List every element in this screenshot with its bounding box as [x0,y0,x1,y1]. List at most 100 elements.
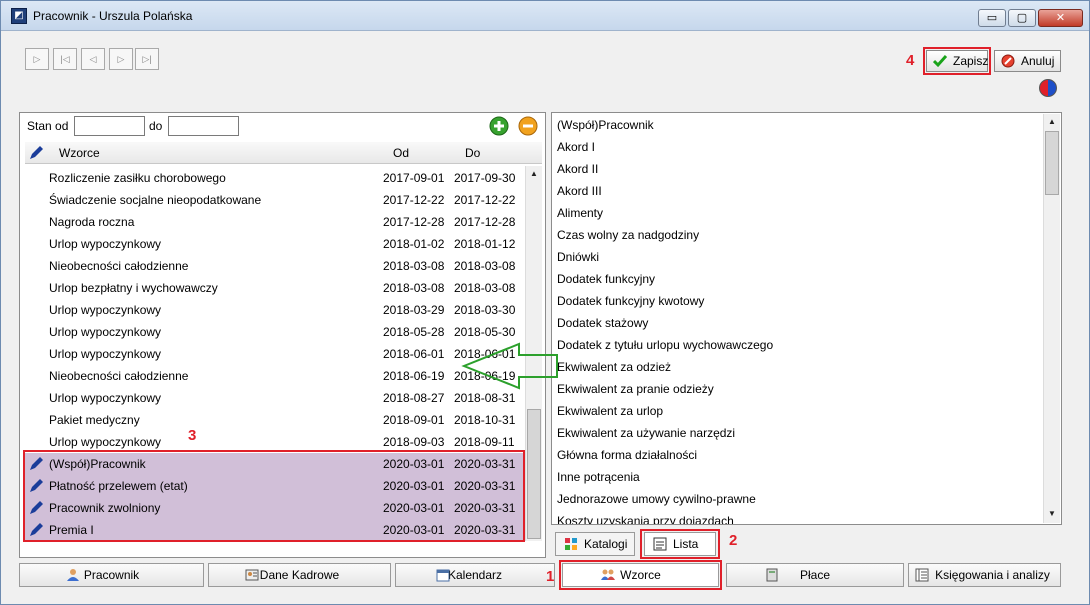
cell-to-date: 2018-09-11 [454,435,515,449]
callout-4: 4 [906,52,915,69]
nav-first-button[interactable]: |◁ [53,48,77,70]
list-item[interactable]: Inne potrącenia [557,470,640,484]
list-item[interactable]: Akord II [557,162,598,176]
table-row[interactable]: Nagroda roczna 2017-12-28 2017-12-28 [25,211,525,233]
list-item[interactable]: Akord III [557,184,602,198]
tab-place[interactable]: Płace [726,563,904,587]
cell-from-date: 2018-03-08 [383,259,445,273]
cell-to-date: 2017-12-28 [454,215,516,229]
cell-from-date: 2018-06-01 [383,347,445,361]
list-item[interactable]: Dniówki [557,250,599,264]
cell-to-date: 2018-03-08 [454,281,516,295]
list-scroll-thumb[interactable] [1045,131,1059,195]
list-item[interactable]: Ekwiwalent za odzież [557,360,671,374]
cell-template-name: Nieobecności całodzienne [49,259,189,273]
table-row[interactable]: Rozliczenie zasiłku chorobowego 2017-09-0… [25,167,525,189]
list-scroll-down-arrow[interactable]: ▼ [1044,506,1060,522]
minimize-button[interactable]: ▭ [978,9,1006,27]
table-row[interactable]: Świadczenie socjalne nieopodatkowane 2017… [25,189,525,211]
calculator-icon [766,568,778,582]
cell-template-name: Urlop wypoczynkowy [49,237,162,251]
navigate-icon[interactable] [1039,79,1057,97]
tab-pracownik[interactable]: Pracownik [19,563,204,587]
cell-template-name: Pakiet medyczny [49,413,140,427]
list-item[interactable]: Ekwiwalent za urlop [557,404,663,418]
list-item[interactable]: Dodatek funkcyjny kwotowy [557,294,704,308]
tab-kalendarz[interactable]: Kalendarz [395,563,555,587]
app-icon: ◩ [11,8,27,24]
col-header-to[interactable]: Do [465,146,480,160]
nav-new-button[interactable]: ▷ [25,48,49,70]
tab-kalendarz-label: Kalendarz [447,568,503,582]
tab-dane-kadrowe-label: Dane Kadrowe [259,568,340,582]
tab-ksiegowania-label: Księgowania i analizy [935,568,1050,582]
cell-template-name: Urlop wypoczynkowy [49,303,162,317]
highlight-selected-templates [23,450,525,542]
add-icon[interactable] [489,116,509,136]
cell-from-date: 2018-09-03 [383,435,445,449]
close-button[interactable]: ✕ [1038,9,1083,27]
list-item[interactable]: Czas wolny za nadgodziny [557,228,699,242]
person-icon [67,569,79,581]
maximize-button[interactable]: ▢ [1008,9,1036,27]
table-row[interactable]: Nieobecności całodzienne 2018-06-19 2018-0… [25,365,525,387]
title-bar: ◩ Pracownik - Urszula Polańska ▭ ▢ ✕ [1,1,1089,31]
list-item[interactable]: Koszty uzyskania przy dojazdach [557,514,734,524]
id-card-icon [245,569,259,581]
list-scrollbar[interactable]: ▲ ▼ [1043,114,1060,523]
col-header-from[interactable]: Od [393,146,409,160]
list-item[interactable]: (Współ)Pracownik [557,118,654,132]
list-item[interactable]: Alimenty [557,206,603,220]
list-item[interactable]: Ekwiwalent za używanie narzędzi [557,426,735,440]
from-date-input[interactable] [74,116,145,136]
table-row[interactable]: Urlop wypoczynkowy 2018-03-29 2018-03-30 [25,299,525,321]
ledger-icon [915,568,929,582]
list-item[interactable]: Dodatek z tytułu urlopu wychowawczego [557,338,773,352]
tab-dane-kadrowe[interactable]: Dane Kadrowe [208,563,391,587]
remove-icon[interactable] [518,116,538,136]
table-row[interactable]: Urlop wypoczynkowy 2018-05-28 2018-05-30 [25,321,525,343]
cancel-button[interactable]: Anuluj [994,50,1061,72]
subtab-katalogi[interactable]: Katalogi [555,532,635,556]
table-row[interactable]: Urlop wypoczynkowy 2018-06-01 2018-06-01 [25,343,525,365]
table-row[interactable]: Urlop wypoczynkowy 2018-08-27 2018-08-31 [25,387,525,409]
list-scroll-up-arrow[interactable]: ▲ [1044,114,1060,130]
cell-from-date: 2018-09-01 [383,413,445,427]
col-header-templates[interactable]: Wzorce [59,146,100,160]
nav-prev-button[interactable]: ◁ [81,48,105,70]
table-row[interactable]: Nieobecności całodzienne 2018-03-08 2018-0… [25,255,525,277]
cancel-icon [1001,54,1015,68]
list-item[interactable]: Dodatek funkcyjny [557,272,655,286]
save-label: Zapisz [953,54,989,68]
list-item[interactable]: Ekwiwalent za pranie odzieży [557,382,714,396]
table-row[interactable]: Urlop wypoczynkowy 2018-01-02 2018-01-12 [25,233,525,255]
cell-from-date: 2018-03-29 [383,303,445,317]
tab-wzorce-label: Wzorce [620,568,661,582]
nav-last-button[interactable]: ▷| [135,48,159,70]
callout-2: 2 [729,532,738,549]
cell-template-name: Urlop bezpłatny i wychowawczy [49,281,218,295]
tab-ksiegowania[interactable]: Księgowania i analizy [908,563,1061,587]
to-date-input[interactable] [168,116,239,136]
list-item[interactable]: Dodatek stażowy [557,316,648,330]
cell-from-date: 2018-06-19 [383,369,445,383]
cell-to-date: 2017-09-30 [454,171,516,185]
list-item[interactable]: Jednorazowe umowy cywilno-prawne [557,492,756,506]
scroll-thumb[interactable] [527,409,541,539]
subtab-lista[interactable]: Lista [644,532,716,556]
green-arrow-icon [461,342,558,390]
list-item[interactable]: Główna forma działalności [557,448,697,462]
nav-next-button[interactable]: ▷ [109,48,133,70]
save-button[interactable]: Zapisz [926,50,988,72]
tab-wzorce[interactable]: Wzorce [562,563,719,587]
scroll-up-arrow[interactable]: ▲ [526,166,542,182]
callout-3: 3 [188,427,197,444]
tab-place-label: Płace [799,568,831,582]
cell-to-date: 2018-03-08 [454,259,516,273]
cell-template-name: Urlop wypoczynkowy [49,391,162,405]
cell-template-name: Świadczenie socjalne nieopodatkowane [49,193,262,207]
table-row[interactable]: Urlop bezpłatny i wychowawczy 2018-03-08 2… [25,277,525,299]
table-row[interactable]: Pakiet medyczny 2018-09-01 2018-10-31 [25,409,525,431]
list-item[interactable]: Akord I [557,140,595,154]
cell-from-date: 2017-12-28 [383,215,445,229]
